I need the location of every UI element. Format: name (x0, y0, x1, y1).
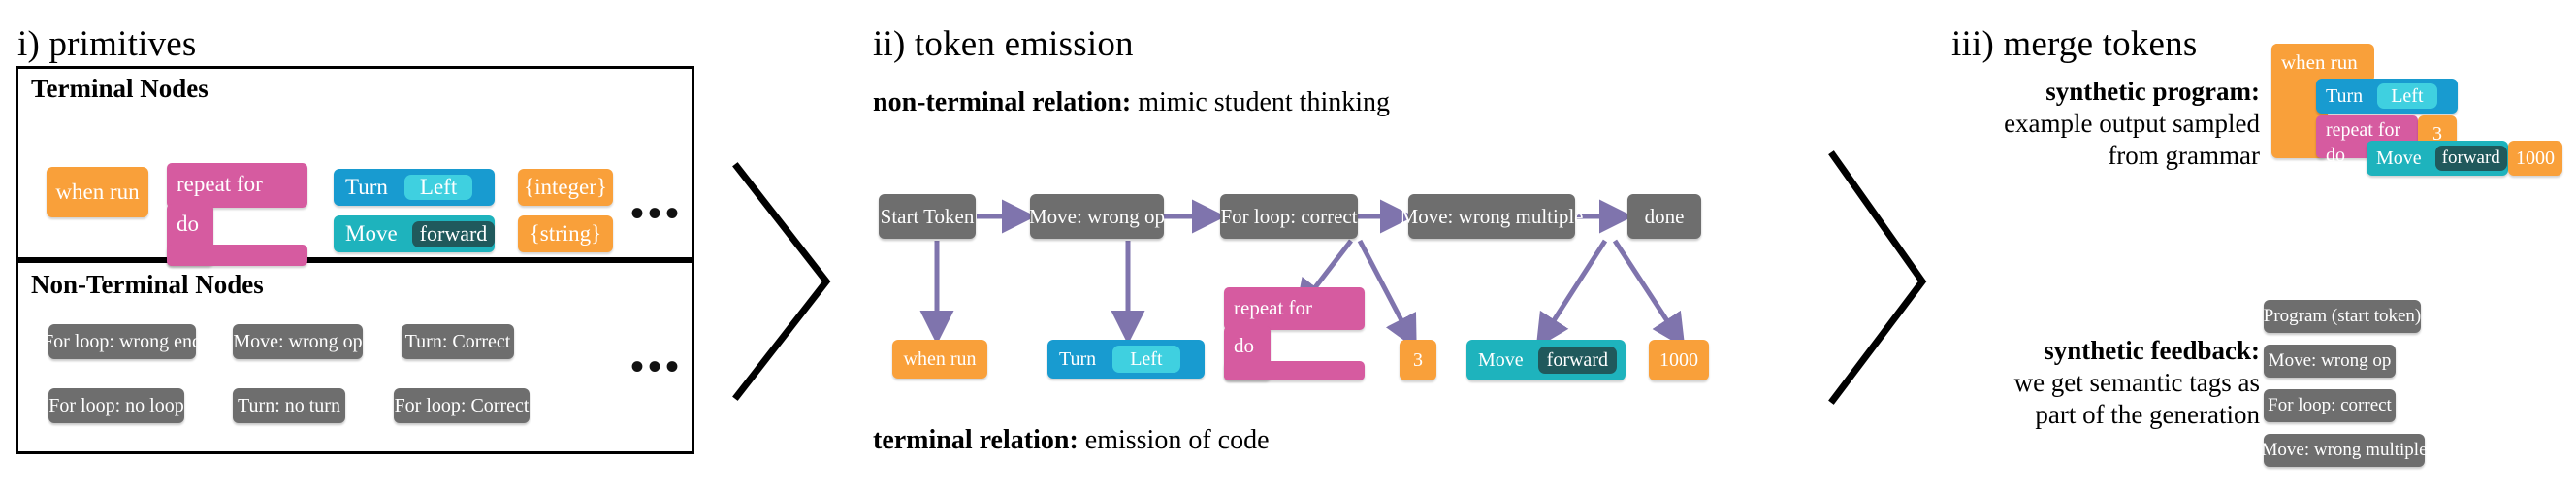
feedback-tag-for-loop-correct[interactable]: For loop: correct (2264, 389, 2396, 422)
synthetic-program-caption: synthetic program: example output sample… (1930, 76, 2260, 172)
block-when-run[interactable]: when run (47, 167, 148, 217)
repeat-for-do-label: do (177, 212, 199, 236)
feedback-tag-move-wrong-multiple[interactable]: Move: wrong multiple (2262, 434, 2428, 467)
synthetic-feedback-caption-line1: we get semantic tags as (2013, 367, 2260, 397)
emitted-turn-arg[interactable]: Left (1112, 346, 1180, 373)
feedback-tag-move-wrong-op[interactable]: Move: wrong op (2264, 345, 2396, 378)
emitted-block-thousand[interactable]: 1000 (1649, 340, 1709, 380)
emitted-thousand-label: 1000 (1659, 348, 1698, 371)
emitted-block-turn[interactable]: Turn Left (1047, 340, 1205, 379)
emitted-turn-label: Turn (1059, 347, 1097, 370)
panel-i-title: i) primitives (17, 24, 197, 64)
emitted-block-move[interactable]: Move forward (1466, 340, 1626, 380)
synthetic-program-caption-line2: from grammar (2108, 140, 2260, 170)
program-when-run-label: when run (2281, 50, 2358, 74)
tag-turn-correct[interactable]: Turn: Correct (402, 324, 514, 359)
terminal-relation-rest: emission of code (1078, 425, 1270, 455)
figure-canvas: i) primitives Terminal Nodes when run re… (0, 0, 2576, 495)
program-turn-label: Turn (2326, 84, 2364, 107)
program-move-count-label: 1000 (2516, 147, 2555, 169)
block-move-arg[interactable]: forward (411, 220, 496, 248)
emit-arrow-movemult-right (1612, 239, 1686, 348)
non-terminal-nodes-label: Non-Terminal Nodes (31, 270, 264, 299)
panel-ii-title: ii) token emission (873, 24, 1134, 64)
program-block-turn[interactable]: Turn Left (2316, 79, 2458, 114)
emitted-repeat-do-label: do (1234, 334, 1254, 357)
non-terminal-relation-bold: non-terminal relation: (873, 87, 1132, 117)
program-move-label: Move (2376, 147, 2422, 169)
synthetic-program-stack: when run Turn Left repeat for 3 do Move … (2260, 32, 2570, 176)
block-turn-arg[interactable]: Left (403, 175, 473, 200)
program-turn-arg[interactable]: Left (2377, 83, 2437, 109)
terminal-relation: terminal relation: emission of code (873, 425, 1270, 456)
block-turn-label: Turn (345, 175, 388, 199)
emitted-block-repeat-for[interactable]: repeat for do (1224, 287, 1365, 380)
block-move[interactable]: Move forward (334, 215, 496, 252)
tag-for-loop-no-loop[interactable]: For loop: no loop (48, 388, 184, 423)
tag-move-wrong-op[interactable]: Move: wrong op (233, 324, 363, 359)
terminal-nodes-label: Terminal Nodes (31, 74, 209, 103)
emitted-block-when-run[interactable]: when run (892, 340, 987, 379)
non-terminal-relation-rest: mimic student thinking (1131, 87, 1390, 117)
synthetic-program-caption-line1: example output sampled (2004, 108, 2260, 138)
block-integer-label: {integer} (524, 175, 607, 199)
synthetic-feedback-caption: synthetic feedback: we get semantic tags… (1930, 335, 2260, 431)
emitted-when-run-label: when run (903, 347, 977, 370)
repeat-for-label: repeat for (177, 172, 263, 196)
emitted-move-arg[interactable]: forward (1537, 346, 1617, 374)
block-string-placeholder[interactable]: {string} (518, 215, 613, 252)
non-terminal-ellipsis: ••• (630, 345, 684, 388)
emitted-block-three[interactable]: 3 (1400, 340, 1436, 380)
terminal-ellipsis: ••• (630, 191, 684, 235)
block-repeat-for[interactable]: repeat for do (167, 163, 307, 266)
program-repeat-do-label: do (2326, 145, 2345, 166)
block-when-run-label: when run (55, 180, 140, 204)
synthetic-program-caption-bold: synthetic program: (2045, 77, 2260, 106)
non-terminal-relation: non-terminal relation: mimic student thi… (873, 87, 1390, 118)
emitted-repeat-bottom-arm (1224, 361, 1365, 380)
chain-node-for-loop-correct[interactable]: For loop: correct (1220, 194, 1358, 239)
synthetic-feedback-caption-line2: part of the generation (2035, 399, 2260, 429)
chain-node-start-token[interactable]: Start Token (879, 194, 976, 239)
block-turn[interactable]: Turn Left (334, 169, 495, 206)
program-repeat-for-label: repeat for (2326, 119, 2401, 141)
synthetic-feedback-caption-bold: synthetic feedback: (2044, 336, 2260, 365)
block-string-label: {string} (529, 221, 602, 246)
emit-arrow-movemult-left (1535, 239, 1608, 348)
block-integer-placeholder[interactable]: {integer} (518, 169, 613, 206)
chain-node-move-wrong-multiple[interactable]: Move: wrong multiple (1401, 194, 1584, 239)
terminal-relation-bold: terminal relation: (873, 425, 1079, 455)
chain-node-done[interactable]: done (1627, 194, 1701, 239)
program-block-move[interactable]: Move forward (2367, 141, 2508, 176)
block-move-label: Move (345, 221, 398, 246)
program-move-count[interactable]: 1000 (2508, 141, 2562, 176)
program-move-arg[interactable]: forward (2434, 146, 2507, 171)
chain-node-move-wrong-op[interactable]: Move: wrong op (1029, 194, 1165, 239)
stage-chevron-2 (1828, 150, 1927, 405)
emitted-three-label: 3 (1413, 348, 1423, 371)
stage-chevron-1 (732, 162, 831, 401)
tag-turn-no-turn[interactable]: Turn: no turn (233, 388, 345, 423)
panel-iii-title: iii) merge tokens (1951, 24, 2198, 64)
feedback-tag-program-start-token[interactable]: Program (start token) (2264, 300, 2421, 333)
emitted-move-label: Move (1478, 348, 1524, 371)
tag-for-loop-wrong-end[interactable]: For loop: wrong end (43, 324, 202, 359)
tag-for-loop-correct[interactable]: For loop: Correct (394, 388, 530, 423)
repeat-for-bottom-arm (167, 245, 307, 266)
emitted-repeat-for-label: repeat for (1234, 296, 1313, 319)
emit-arrow-forloop-right (1357, 239, 1417, 350)
